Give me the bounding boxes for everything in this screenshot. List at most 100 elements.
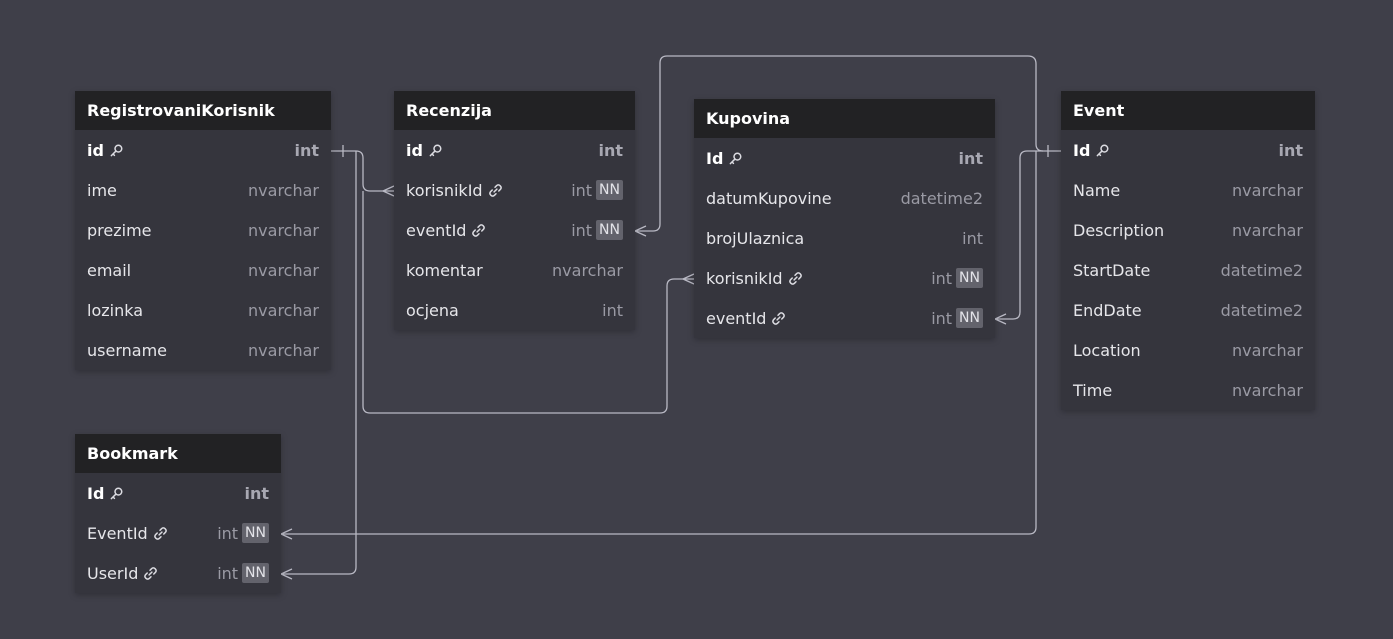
- field-row-eventid[interactable]: EventId int NN: [75, 513, 281, 553]
- field-row-username[interactable]: username nvarchar: [75, 330, 331, 370]
- field-name-group: id: [406, 141, 443, 160]
- field-type: int: [244, 483, 269, 503]
- field-name-group: Id: [706, 149, 743, 168]
- field-row-email[interactable]: email nvarchar: [75, 250, 331, 290]
- field-name-group: eventId: [706, 309, 786, 328]
- field-name: Name: [1073, 180, 1121, 200]
- field-type-group: int: [958, 149, 983, 168]
- not-null-badge: NN: [596, 180, 623, 200]
- table-event[interactable]: Event Id int Name nvarchar Description nvarcha…: [1061, 91, 1315, 410]
- field-type-group: nvarchar: [248, 261, 319, 280]
- field-row-enddate[interactable]: EndDate datetime2: [1061, 290, 1315, 330]
- table-kupovina[interactable]: Kupovina Id int datumKupovine datetime2 brojU…: [694, 99, 995, 338]
- field-type-group: int: [602, 301, 623, 320]
- field-row-id[interactable]: id int: [75, 130, 331, 170]
- key-icon: [109, 486, 124, 501]
- field-row-userid[interactable]: UserId int NN: [75, 553, 281, 593]
- field-row-startdate[interactable]: StartDate datetime2: [1061, 250, 1315, 290]
- field-row-lozinka[interactable]: lozinka nvarchar: [75, 290, 331, 330]
- field-name: komentar: [406, 260, 483, 280]
- diagram-canvas[interactable]: RegistrovaniKorisnik id int ime nvarchar prez…: [0, 0, 1393, 639]
- field-row-id[interactable]: id int: [394, 130, 635, 170]
- field-name: Id: [1073, 140, 1091, 160]
- field-type-group: int: [598, 141, 623, 160]
- field-row-eventid[interactable]: eventId int NN: [694, 298, 995, 338]
- field-type-group: int: [244, 484, 269, 503]
- table-registrovanikorisnik[interactable]: RegistrovaniKorisnik id int ime nvarchar prez…: [75, 91, 331, 370]
- field-type: nvarchar: [1232, 380, 1303, 400]
- field-type-group: nvarchar: [1232, 221, 1303, 240]
- field-name-group: EndDate: [1073, 301, 1142, 320]
- field-type: nvarchar: [248, 340, 319, 360]
- field-row-eventid[interactable]: eventId int NN: [394, 210, 635, 250]
- not-null-badge: NN: [956, 268, 983, 288]
- many-marker: [633, 225, 647, 237]
- key-icon: [1095, 143, 1110, 158]
- field-name-group: username: [87, 341, 167, 360]
- field-type: int: [931, 268, 953, 288]
- field-row-korisnikid[interactable]: korisnikId int NN: [694, 258, 995, 298]
- table-header: Event: [1061, 91, 1315, 130]
- field-type: nvarchar: [248, 220, 319, 240]
- field-type-group: nvarchar: [248, 181, 319, 200]
- field-name-group: datumKupovine: [706, 189, 832, 208]
- field-name-group: Name: [1073, 181, 1120, 200]
- field-name: EndDate: [1073, 300, 1142, 320]
- not-null-badge: NN: [242, 563, 269, 583]
- many-marker: [279, 528, 293, 540]
- field-name-group: email: [87, 261, 131, 280]
- field-row-ime[interactable]: ime nvarchar: [75, 170, 331, 210]
- table-recenzija[interactable]: Recenzija id int korisnikId int NN eventId int N…: [394, 91, 635, 330]
- field-name-group: Location: [1073, 341, 1141, 360]
- field-type-group: nvarchar: [1232, 381, 1303, 400]
- field-name-group: Id: [87, 484, 124, 503]
- field-name: ocjena: [406, 300, 459, 320]
- field-name: prezime: [87, 220, 152, 240]
- key-icon: [109, 143, 124, 158]
- field-name-group: Description: [1073, 221, 1164, 240]
- table-header: RegistrovaniKorisnik: [75, 91, 331, 130]
- table-header: Bookmark: [75, 434, 281, 473]
- field-row-datumkupovine[interactable]: datumKupovine datetime2: [694, 178, 995, 218]
- relation-recenzija-korisnik: [331, 150, 394, 192]
- field-type: int: [598, 140, 623, 160]
- field-name-group: brojUlaznica: [706, 229, 804, 248]
- field-name: username: [87, 340, 167, 360]
- field-row-location[interactable]: Location nvarchar: [1061, 330, 1315, 370]
- field-row-korisnikid[interactable]: korisnikId int NN: [394, 170, 635, 210]
- field-row-id[interactable]: Id int: [1061, 130, 1315, 170]
- not-null-badge: NN: [242, 523, 269, 543]
- field-name: StartDate: [1073, 260, 1151, 280]
- field-name: id: [406, 140, 423, 160]
- field-type-group: int: [294, 141, 319, 160]
- field-name-group: Time: [1073, 381, 1112, 400]
- field-name-group: StartDate: [1073, 261, 1150, 280]
- field-type: nvarchar: [248, 300, 319, 320]
- field-name: Description: [1073, 220, 1165, 240]
- field-name: Id: [87, 483, 105, 503]
- field-type: datetime2: [1220, 300, 1303, 320]
- field-type: nvarchar: [248, 180, 319, 200]
- field-name-group: EventId: [87, 524, 168, 543]
- table-bookmark[interactable]: Bookmark Id int EventId int NN UserId int NN: [75, 434, 281, 593]
- field-row-description[interactable]: Description nvarchar: [1061, 210, 1315, 250]
- field-type-group: int: [962, 229, 983, 248]
- field-row-id[interactable]: Id int: [694, 138, 995, 178]
- field-row-name[interactable]: Name nvarchar: [1061, 170, 1315, 210]
- table-header: Kupovina: [694, 99, 995, 138]
- field-type: int: [217, 523, 239, 543]
- field-row-prezime[interactable]: prezime nvarchar: [75, 210, 331, 250]
- field-row-id[interactable]: Id int: [75, 473, 281, 513]
- link-icon: [153, 526, 168, 541]
- field-type-group: datetime2: [1221, 261, 1303, 280]
- field-row-brojulaznica[interactable]: brojUlaznica int: [694, 218, 995, 258]
- field-row-komentar[interactable]: komentar nvarchar: [394, 250, 635, 290]
- field-row-ocjena[interactable]: ocjena int: [394, 290, 635, 330]
- field-type-group: nvarchar: [248, 341, 319, 360]
- field-name: Location: [1073, 340, 1141, 360]
- field-type: int: [1278, 140, 1303, 160]
- field-row-time[interactable]: Time nvarchar: [1061, 370, 1315, 410]
- field-type-group: nvarchar: [248, 301, 319, 320]
- field-type-group: int NN: [571, 180, 623, 200]
- link-icon: [471, 223, 486, 238]
